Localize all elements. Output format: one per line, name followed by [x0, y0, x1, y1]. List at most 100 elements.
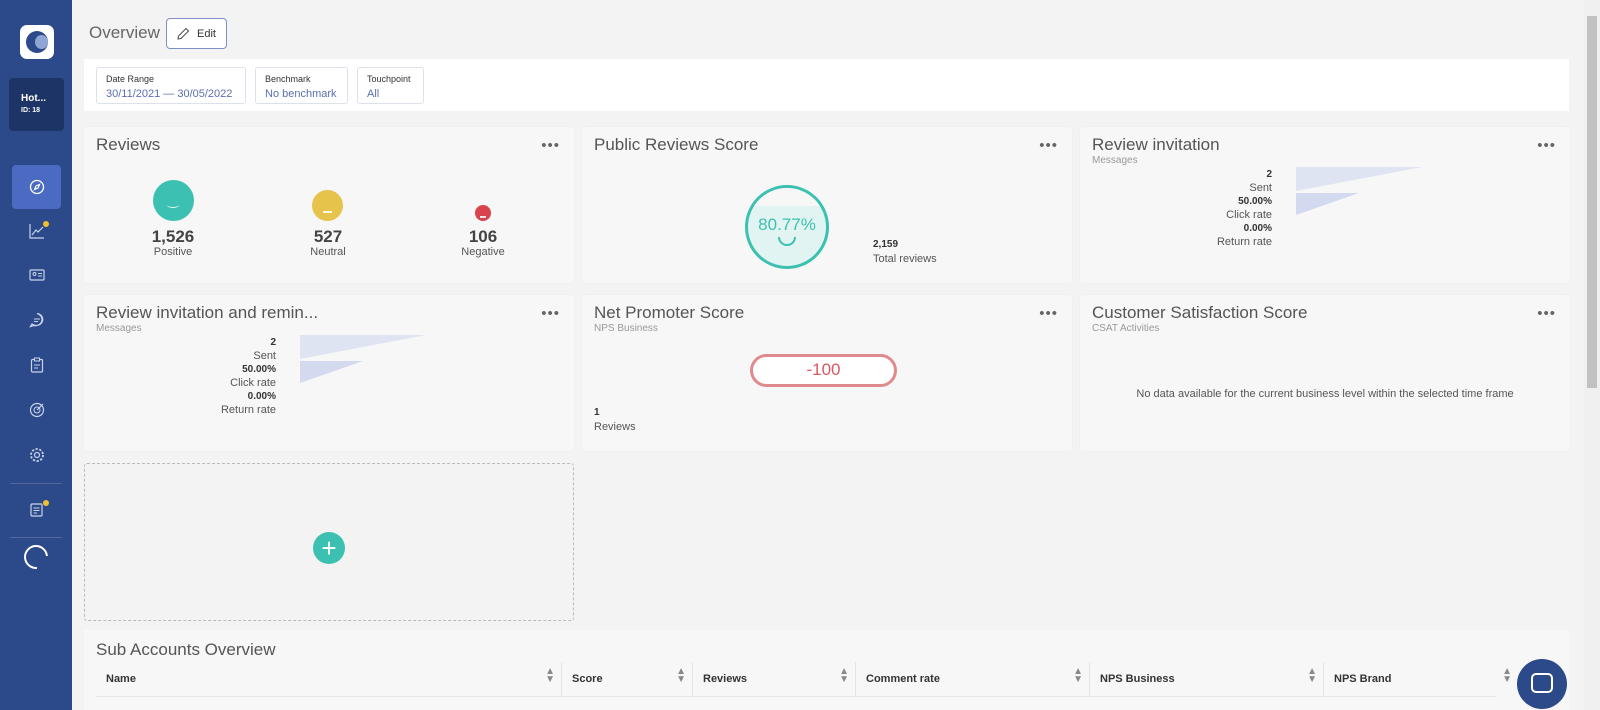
nps-reviews-label: Reviews [594, 421, 636, 433]
card-title: Review invitation and remin... [96, 303, 319, 322]
nav-goals[interactable] [12, 388, 61, 432]
funnel-stats: 2 Sent 50.00% Click rate 0.00% Return ra… [1152, 168, 1272, 249]
return-rate-label: Return rate [1216, 235, 1272, 248]
public-reviews-score-card: Public Reviews Score ••• 80.77% 2,159 To… [582, 127, 1072, 283]
filter-benchmark[interactable]: Benchmark No benchmark [255, 67, 348, 104]
more-menu-icon[interactable]: ••• [1537, 137, 1556, 154]
more-menu-icon[interactable]: ••• [541, 305, 560, 322]
filter-touchpoint[interactable]: Touchpoint All [357, 67, 424, 104]
scrollbar[interactable] [1584, 0, 1600, 710]
customer-satisfaction-card: Customer Satisfaction Score CSAT Activit… [1080, 295, 1570, 451]
sent-label: Sent [253, 349, 276, 362]
more-menu-icon[interactable]: ••• [1039, 305, 1058, 322]
no-data-message: No data available for the current busine… [1136, 388, 1514, 400]
table-title: Sub Accounts Overview [96, 640, 276, 659]
funnel-chart [300, 335, 426, 383]
column-header-score[interactable]: Score ▲ ▼ [561, 662, 692, 696]
card-subtitle: Messages [1092, 155, 1138, 166]
card-title: Review invitation [1092, 135, 1220, 154]
compass-icon [29, 179, 45, 195]
card-subtitle: NPS Business [594, 323, 658, 334]
card-title: Net Promoter Score [594, 303, 745, 322]
score-gauge: 80.77% [745, 185, 829, 269]
filter-value: No benchmark [265, 88, 337, 100]
positive-count: 1,526 [151, 227, 195, 246]
column-label: Name [106, 673, 136, 685]
account-id: ID: 18 [21, 107, 41, 114]
nav-overview[interactable] [12, 165, 61, 209]
sub-accounts-overview: Sub Accounts Overview Name ▲ ▼ Score ▲ ▼ R… [84, 630, 1569, 710]
filter-label: Date Range [106, 74, 155, 84]
more-menu-icon[interactable]: ••• [541, 137, 560, 154]
total-reviews-value: 2,159 [873, 239, 899, 250]
reviews-card: Reviews ••• 1,526 Positive 527 Neutral 1… [84, 127, 574, 283]
account-switcher[interactable]: Hot... ID: 18 [9, 78, 64, 131]
clipboard-icon [30, 357, 44, 373]
card-title: Customer Satisfaction Score [1092, 303, 1308, 322]
sent-value: 2 [1266, 169, 1272, 180]
sort-icon: ▲ ▼ [676, 666, 686, 685]
column-label: Comment rate [866, 673, 940, 685]
sent-value: 2 [270, 337, 276, 348]
review-invitation-card: Review invitation Messages ••• 2 Sent 50… [1080, 127, 1570, 283]
sort-icon: ▲ ▼ [839, 666, 849, 685]
column-header-comment-rate[interactable]: Comment rate ▲ ▼ [855, 662, 1089, 696]
card-subtitle: Messages [96, 323, 142, 334]
column-label: Reviews [703, 673, 748, 685]
negative-label: Negative [461, 246, 505, 258]
nav-contacts[interactable] [12, 253, 61, 297]
nav-messages[interactable] [12, 298, 61, 342]
click-rate-value: 50.00% [242, 364, 276, 375]
review-invitation-reminder-card: Review invitation and remin... Messages … [84, 295, 574, 451]
return-rate-value: 0.00% [1243, 223, 1272, 234]
more-menu-icon[interactable]: ••• [1537, 305, 1556, 322]
edit-button[interactable]: Edit [166, 18, 227, 49]
notification-dot [43, 221, 49, 227]
header-divider [96, 696, 1496, 697]
help-icon[interactable] [19, 540, 53, 574]
column-label: NPS Business [1100, 673, 1175, 685]
column-header-name[interactable]: Name ▲ ▼ [96, 662, 561, 696]
add-widget-area[interactable]: + [84, 463, 574, 621]
return-rate-label: Return rate [220, 403, 276, 416]
filter-value: All [367, 88, 380, 100]
app-logo[interactable] [20, 25, 54, 59]
nav-surveys[interactable] [12, 343, 61, 387]
negative-count: 106 [468, 227, 498, 246]
column-header-reviews[interactable]: Reviews ▲ ▼ [692, 662, 855, 696]
edit-label: Edit [197, 28, 216, 40]
contact-card-icon [29, 269, 45, 281]
positive-label: Positive [153, 246, 193, 258]
sidebar-divider [10, 537, 62, 538]
column-header-nps-business[interactable]: NPS Business ▲ ▼ [1089, 662, 1323, 696]
notification-dot [43, 500, 49, 506]
nps-score: -100 [750, 354, 897, 387]
score-value: 80.77% [758, 215, 816, 234]
add-widget-button[interactable]: + [313, 532, 345, 564]
nav-notes[interactable] [12, 488, 61, 532]
nav-settings[interactable] [12, 433, 61, 477]
filter-label: Touchpoint [367, 74, 411, 84]
filter-date-range[interactable]: Date Range 30/11/2021 — 30/05/2022 [96, 67, 246, 104]
card-title: Reviews [96, 135, 161, 154]
filter-bar: Date Range 30/11/2021 — 30/05/2022 Bench… [84, 59, 1569, 111]
more-menu-icon[interactable]: ••• [1039, 137, 1058, 154]
sort-icon: ▲ ▼ [1502, 666, 1512, 685]
nps-reviews-value: 1 [594, 407, 600, 418]
funnel-stats: 2 Sent 50.00% Click rate 0.00% Return ra… [156, 336, 276, 417]
sidebar-divider [10, 483, 62, 484]
card-subtitle: CSAT Activities [1092, 323, 1160, 334]
scrollbar-thumb[interactable] [1587, 16, 1597, 388]
sort-icon: ▲ ▼ [1073, 666, 1083, 685]
pencil-icon [177, 27, 190, 40]
target-icon [29, 402, 45, 418]
column-header-nps-brand[interactable]: NPS Brand ▲ ▼ [1323, 662, 1518, 696]
neutral-count: 527 [313, 227, 343, 246]
chat-launcher-button[interactable] [1517, 659, 1567, 709]
page-title: Overview [89, 23, 160, 42]
account-name: Hot... [21, 93, 46, 104]
chat-bubble-icon [1531, 673, 1553, 693]
nav-analytics[interactable] [12, 209, 61, 253]
filter-label: Benchmark [265, 74, 311, 84]
sent-label: Sent [1249, 181, 1272, 194]
